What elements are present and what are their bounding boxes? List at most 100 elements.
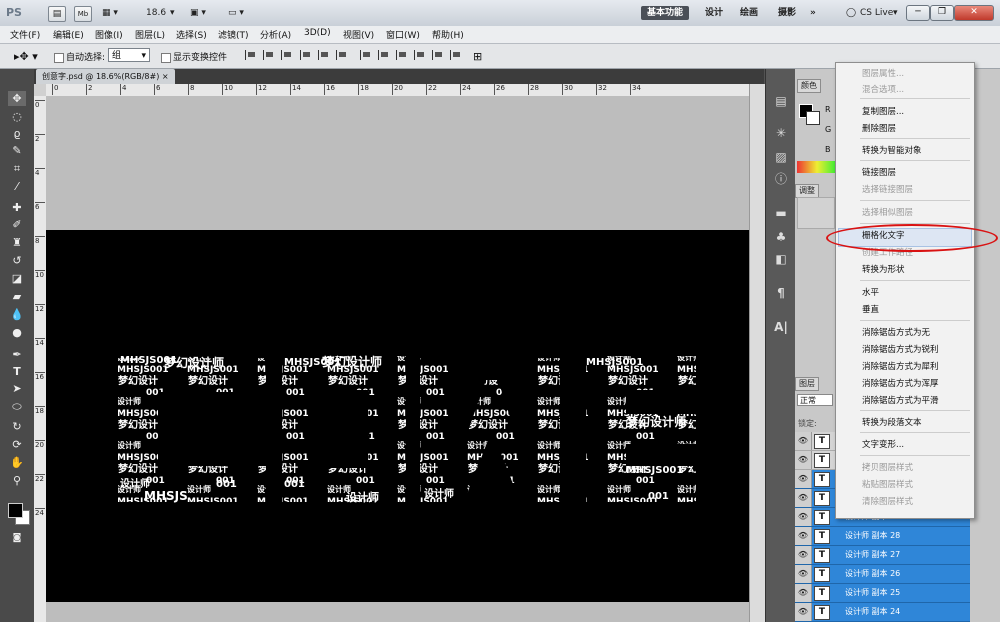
layers-panel-tab[interactable]: 图层: [795, 377, 819, 391]
layer-row[interactable]: 👁 T 设计师 副本 25: [795, 584, 970, 603]
clone-source-icon[interactable]: ♣: [773, 229, 789, 245]
shape-tool-icon[interactable]: ⬭: [8, 399, 26, 414]
hand-tool-icon[interactable]: ✋: [8, 455, 26, 470]
restore-button[interactable]: ❐: [930, 5, 954, 21]
paragraph-panel-icon[interactable]: ¶: [773, 285, 789, 301]
context-menu-item[interactable]: 复制图层...: [862, 105, 904, 117]
cs-live-button[interactable]: CS Live: [860, 6, 893, 20]
crop-tool-icon[interactable]: ⌗: [8, 161, 26, 176]
eye-icon[interactable]: 👁: [795, 451, 812, 469]
vertical-scrollbar[interactable]: [749, 84, 765, 622]
color-spectrum-bar[interactable]: [797, 161, 837, 173]
brush-presets-icon[interactable]: ▬: [773, 205, 789, 221]
minimize-button[interactable]: ─: [906, 5, 930, 21]
blend-mode-select[interactable]: 正常: [797, 394, 833, 406]
align-right-icon[interactable]: [336, 50, 349, 60]
distribute-vcenter-icon[interactable]: [378, 50, 391, 60]
brush-tool-icon[interactable]: ✐: [8, 217, 26, 232]
workspace-painting[interactable]: 绘画: [740, 6, 758, 20]
auto-select-dropdown[interactable]: 组 ▾: [108, 48, 150, 62]
align-bottom-icon[interactable]: [281, 50, 294, 60]
context-menu-item[interactable]: 水平: [862, 286, 879, 298]
type-tool-icon[interactable]: T: [8, 364, 26, 379]
adjustment-preset-thumb[interactable]: [797, 197, 835, 229]
checkbox-icon[interactable]: [54, 52, 64, 63]
arrange-docs-icon[interactable]: ▣ ▾: [190, 6, 206, 20]
panel-bg-swatch[interactable]: [806, 111, 820, 125]
bridge-icon[interactable]: ▤: [48, 6, 66, 22]
eye-icon[interactable]: 👁: [795, 432, 812, 450]
actions-panel-icon[interactable]: ◧: [773, 251, 789, 267]
dodge-tool-icon[interactable]: ●: [8, 325, 26, 340]
ruler-origin[interactable]: [34, 84, 46, 96]
workspace-photography[interactable]: 摄影: [778, 6, 796, 20]
move-tool-icon[interactable]: ✥: [8, 91, 26, 106]
context-menu-item[interactable]: 文字变形...: [862, 438, 904, 450]
3d-rotate-tool-icon[interactable]: ↻: [8, 419, 26, 434]
eye-icon[interactable]: 👁: [795, 527, 812, 545]
menu-filter[interactable]: 滤镜(T): [218, 28, 249, 41]
more-workspaces-icon[interactable]: »: [810, 6, 816, 20]
info-panel-icon[interactable]: ⓘ: [773, 171, 789, 187]
eye-icon[interactable]: 👁: [795, 584, 812, 602]
cs-live-dropdown-icon[interactable]: ▾: [893, 6, 898, 20]
context-menu-item[interactable]: 消除锯齿方式为浑厚: [862, 377, 939, 389]
workspace-design[interactable]: 设计: [705, 6, 723, 20]
blur-tool-icon[interactable]: 💧: [8, 307, 26, 322]
menu-layer[interactable]: 图层(L): [135, 28, 165, 41]
menu-file[interactable]: 文件(F): [10, 28, 40, 41]
close-tab-icon[interactable]: ×: [162, 72, 169, 81]
distribute-top-icon[interactable]: [360, 50, 373, 60]
lasso-tool-icon[interactable]: ϱ: [8, 126, 26, 141]
document-tab[interactable]: 创意字.psd @ 18.6%(RGB/8#) ×: [36, 69, 175, 84]
distribute-left-icon[interactable]: [414, 50, 427, 60]
eraser-tool-icon[interactable]: ◪: [8, 271, 26, 286]
pen-tool-icon[interactable]: ✒: [8, 347, 26, 362]
layer-row[interactable]: 👁 T 设计师 副本 28: [795, 527, 970, 546]
quick-mask-icon[interactable]: ◙: [8, 531, 26, 546]
align-vcenter-icon[interactable]: [263, 50, 276, 60]
eye-icon[interactable]: 👁: [795, 470, 812, 488]
character-panel-icon[interactable]: A|: [773, 319, 789, 335]
distribute-right-icon[interactable]: [450, 50, 463, 60]
screen-mode-icon[interactable]: ▭ ▾: [228, 6, 244, 20]
menu-help[interactable]: 帮助(H): [432, 28, 464, 41]
eye-icon[interactable]: 👁: [795, 508, 812, 526]
context-menu-item[interactable]: 消除锯齿方式为无: [862, 326, 930, 338]
context-menu-item[interactable]: 删除图层: [862, 122, 896, 134]
align-top-icon[interactable]: [245, 50, 258, 60]
menu-edit[interactable]: 编辑(E): [53, 28, 84, 41]
auto-align-icon[interactable]: ⊞: [473, 50, 482, 63]
close-button[interactable]: ✕: [954, 5, 994, 21]
context-menu-item[interactable]: 消除锯齿方式为锐利: [862, 343, 939, 355]
layer-row[interactable]: 👁 T 设计师 副本 24: [795, 603, 970, 622]
eye-icon[interactable]: 👁: [795, 565, 812, 583]
distribute-bottom-icon[interactable]: [396, 50, 409, 60]
cs-live-icon[interactable]: ◯: [846, 6, 856, 20]
auto-select-checkbox[interactable]: 自动选择:: [54, 50, 105, 63]
3d-orbit-tool-icon[interactable]: ⟳: [8, 437, 26, 452]
layer-row[interactable]: 👁 T 设计师 副本 26: [795, 565, 970, 584]
canvas[interactable]: MHSJS001 梦幻设计 001 设计师 MHSJS001梦幻设计师设计师MH…: [46, 230, 749, 602]
eye-icon[interactable]: 👁: [795, 546, 812, 564]
distribute-hcenter-icon[interactable]: [432, 50, 445, 60]
menu-3d[interactable]: 3D(D): [304, 28, 331, 38]
context-menu-item[interactable]: 消除锯齿方式为平滑: [862, 394, 939, 406]
zoom-level[interactable]: 18.6: [146, 6, 166, 20]
eyedropper-tool-icon[interactable]: ⁄: [8, 179, 26, 194]
mini-bridge-icon[interactable]: Mb: [74, 6, 92, 22]
clone-stamp-tool-icon[interactable]: ♜: [8, 235, 26, 250]
context-menu-item[interactable]: 转换为段落文本: [862, 416, 922, 428]
navigator-panel-icon[interactable]: ✳: [773, 125, 789, 141]
history-brush-tool-icon[interactable]: ↺: [8, 253, 26, 268]
path-selection-tool-icon[interactable]: ➤: [8, 381, 26, 396]
context-menu-item[interactable]: 转换为智能对象: [862, 144, 922, 156]
adjustments-panel-tab[interactable]: 调整: [795, 184, 819, 198]
eye-icon[interactable]: 👁: [795, 603, 812, 621]
histogram-panel-icon[interactable]: ▨: [773, 149, 789, 165]
foreground-color-swatch-front[interactable]: [8, 503, 23, 518]
context-menu-item[interactable]: 转换为形状: [862, 263, 905, 275]
eye-icon[interactable]: 👁: [795, 489, 812, 507]
healing-brush-tool-icon[interactable]: ✚: [8, 200, 26, 215]
menu-window[interactable]: 窗口(W): [386, 28, 420, 41]
